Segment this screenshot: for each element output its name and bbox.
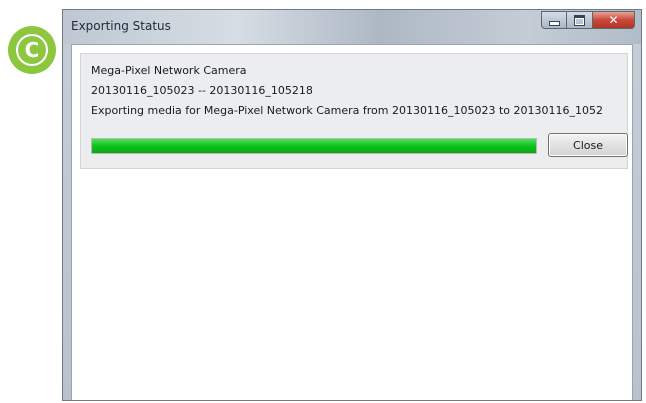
close-icon: ✕ [608,13,619,27]
maximize-icon [574,14,585,26]
window-title: Exporting Status [71,19,171,33]
step-c-badge: C [8,26,56,74]
minimize-button[interactable] [541,11,567,29]
time-range: 20130116_105023 -- 20130116_105218 [91,84,313,97]
step-letter: C [16,34,48,66]
maximize-button[interactable] [567,11,593,29]
close-button[interactable]: Close [548,133,628,157]
progress-fill [92,139,536,153]
minimize-icon [548,20,560,26]
window-close-button[interactable]: ✕ [593,11,635,29]
window-controls: ✕ [541,11,635,29]
status-message: Exporting media for Mega-Pixel Network C… [91,104,603,117]
camera-name: Mega-Pixel Network Camera [91,64,247,77]
title-bar[interactable]: Exporting Status ✕ [63,10,641,44]
export-info-panel: Mega-Pixel Network Camera 20130116_10502… [80,53,628,169]
dialog-content: Mega-Pixel Network Camera 20130116_10502… [71,44,633,400]
exporting-status-window: Exporting Status ✕ Mega-Pixel Network Ca… [62,9,642,401]
export-progress-bar [91,138,537,154]
